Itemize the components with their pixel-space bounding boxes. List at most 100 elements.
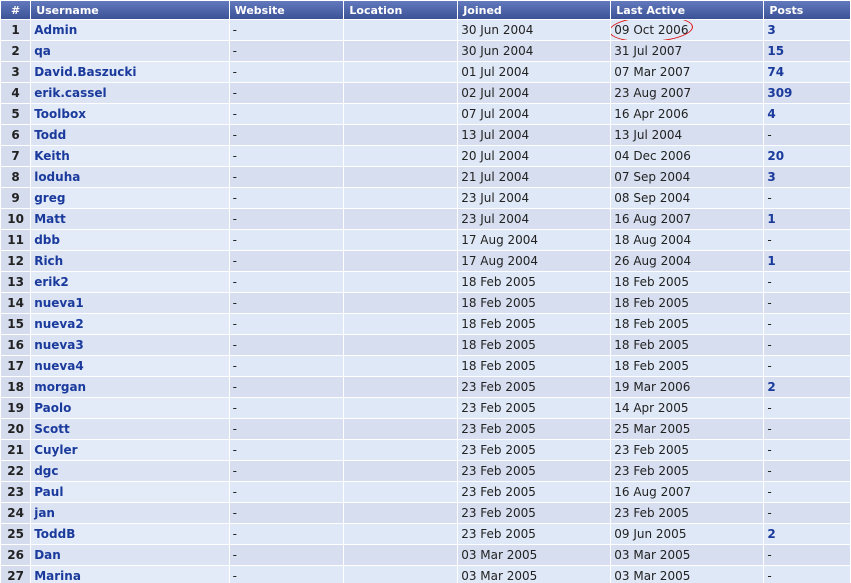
row-number: 10	[1, 209, 31, 229]
last-active-cell: 18 Feb 2005	[611, 356, 764, 376]
website-cell: -	[229, 41, 344, 61]
username-cell: David.Baszucki	[31, 62, 229, 82]
table-row: 7 Keith - 20 Jul 2004 04 Dec 2006 20	[1, 146, 850, 166]
table-row: 3 David.Baszucki - 01 Jul 2004 07 Mar 2007 74	[1, 62, 850, 82]
username-link[interactable]: loduha	[34, 170, 80, 184]
username-link[interactable]: dbb	[34, 233, 60, 247]
username-link[interactable]: Todd	[34, 128, 66, 142]
posts-cell: 309	[764, 83, 850, 103]
username-link[interactable]: greg	[34, 191, 65, 205]
website-cell: -	[229, 188, 344, 208]
table-row: 14 nueva1 - 18 Feb 2005 18 Feb 2005 -	[1, 293, 850, 313]
joined-cell: 03 Mar 2005	[458, 545, 611, 565]
posts-count-link[interactable]: 4	[767, 107, 775, 121]
table-row: 23 Paul - 23 Feb 2005 16 Aug 2007 -	[1, 482, 850, 502]
username-link[interactable]: jan	[34, 506, 55, 520]
column-header-username[interactable]: Username	[31, 1, 229, 19]
username-link[interactable]: nueva2	[34, 317, 84, 331]
table-row: 12 Rich - 17 Aug 2004 26 Aug 2004 1	[1, 251, 850, 271]
table-body: 1 Admin -30 Jun 2004 09 Oct 2006 3 2 qa -30 Jun…	[1, 20, 850, 583]
row-number: 5	[1, 104, 31, 124]
username-link[interactable]: Marina	[34, 569, 81, 583]
row-number: 19	[1, 398, 31, 418]
username-link[interactable]: Dan	[34, 548, 61, 562]
username-cell: Rich	[31, 251, 229, 271]
username-link[interactable]: Admin	[34, 23, 77, 37]
username-cell: nueva2	[31, 314, 229, 334]
posts-count-link[interactable]: 3	[767, 23, 775, 37]
posts-count-link[interactable]: 3	[767, 170, 775, 184]
posts-count-link[interactable]: 74	[767, 65, 784, 79]
last-active-date: 31 Jul 2007	[614, 44, 683, 58]
joined-cell: 23 Feb 2005	[458, 482, 611, 502]
column-header-last-active[interactable]: Last Active	[611, 1, 764, 19]
username-cell: greg	[31, 188, 229, 208]
posts-cell: 2	[764, 377, 850, 397]
row-number: 9	[1, 188, 31, 208]
column-header-posts[interactable]: Posts	[764, 1, 850, 19]
username-link[interactable]: ToddB	[34, 527, 75, 541]
website-cell: -	[229, 293, 344, 313]
username-link[interactable]: Keith	[34, 149, 70, 163]
username-link[interactable]: nueva1	[34, 296, 84, 310]
posts-count-link[interactable]: 309	[767, 86, 792, 100]
username-link[interactable]: David.Baszucki	[34, 65, 136, 79]
row-number: 11	[1, 230, 31, 250]
table-row: 19 Paolo - 23 Feb 2005 14 Apr 2005 -	[1, 398, 850, 418]
website-cell: -	[229, 461, 344, 481]
row-number: 21	[1, 440, 31, 460]
column-header-number[interactable]: #	[1, 1, 31, 19]
joined-cell: 23 Feb 2005	[458, 524, 611, 544]
posts-count-link[interactable]: 1	[767, 254, 775, 268]
posts-count-link[interactable]: 2	[767, 527, 775, 541]
last-active-cell: 18 Feb 2005	[611, 293, 764, 313]
username-link[interactable]: Matt	[34, 212, 66, 226]
username-link[interactable]: nueva3	[34, 338, 84, 352]
username-link[interactable]: erik.cassel	[34, 86, 106, 100]
row-number: 25	[1, 524, 31, 544]
username-link[interactable]: Scott	[34, 422, 69, 436]
joined-cell: 07 Jul 2004	[458, 104, 611, 124]
last-active-date: 09 Oct 2006	[614, 23, 689, 37]
username-link[interactable]: Paolo	[34, 401, 71, 415]
location-cell	[344, 503, 458, 523]
table-row: 20 Scott - 23 Feb 2005 25 Mar 2005 -	[1, 419, 850, 439]
row-number: 1	[1, 20, 31, 40]
website-cell: -	[229, 20, 344, 40]
website-cell: -	[229, 251, 344, 271]
table-row: 22 dgc - 23 Feb 2005 23 Feb 2005 -	[1, 461, 850, 481]
location-cell	[344, 62, 458, 82]
posts-cell: -	[764, 230, 850, 250]
posts-count-link[interactable]: 2	[767, 380, 775, 394]
joined-cell: 17 Aug 2004	[458, 251, 611, 271]
row-number: 14	[1, 293, 31, 313]
username-link[interactable]: Toolbox	[34, 107, 86, 121]
last-active-cell: 07 Sep 2004	[611, 167, 764, 187]
username-link[interactable]: Paul	[34, 485, 63, 499]
row-number: 13	[1, 272, 31, 292]
website-cell: -	[229, 398, 344, 418]
row-number: 18	[1, 377, 31, 397]
username-link[interactable]: Cuyler	[34, 443, 77, 457]
username-link[interactable]: dgc	[34, 464, 58, 478]
column-header-joined[interactable]: Joined	[458, 1, 611, 19]
joined-cell: 18 Feb 2005	[458, 335, 611, 355]
website-cell: -	[229, 566, 344, 583]
posts-count-link[interactable]: 1	[767, 212, 775, 226]
column-header-website[interactable]: Website	[229, 1, 344, 19]
username-link[interactable]: Rich	[34, 254, 63, 268]
joined-cell: 23 Feb 2005	[458, 503, 611, 523]
last-active-date: 18 Feb 2005	[614, 359, 689, 373]
joined-cell: 23 Feb 2005	[458, 398, 611, 418]
username-link[interactable]: qa	[34, 44, 51, 58]
location-cell	[344, 209, 458, 229]
posts-count-link[interactable]: 20	[767, 149, 784, 163]
posts-count-link[interactable]: 15	[767, 44, 784, 58]
username-link[interactable]: morgan	[34, 380, 86, 394]
username-link[interactable]: erik2	[34, 275, 69, 289]
column-header-location[interactable]: Location	[344, 1, 458, 19]
username-link[interactable]: nueva4	[34, 359, 84, 373]
last-active-date: 07 Sep 2004	[614, 170, 691, 184]
location-cell	[344, 272, 458, 292]
joined-cell: 18 Feb 2005	[458, 293, 611, 313]
